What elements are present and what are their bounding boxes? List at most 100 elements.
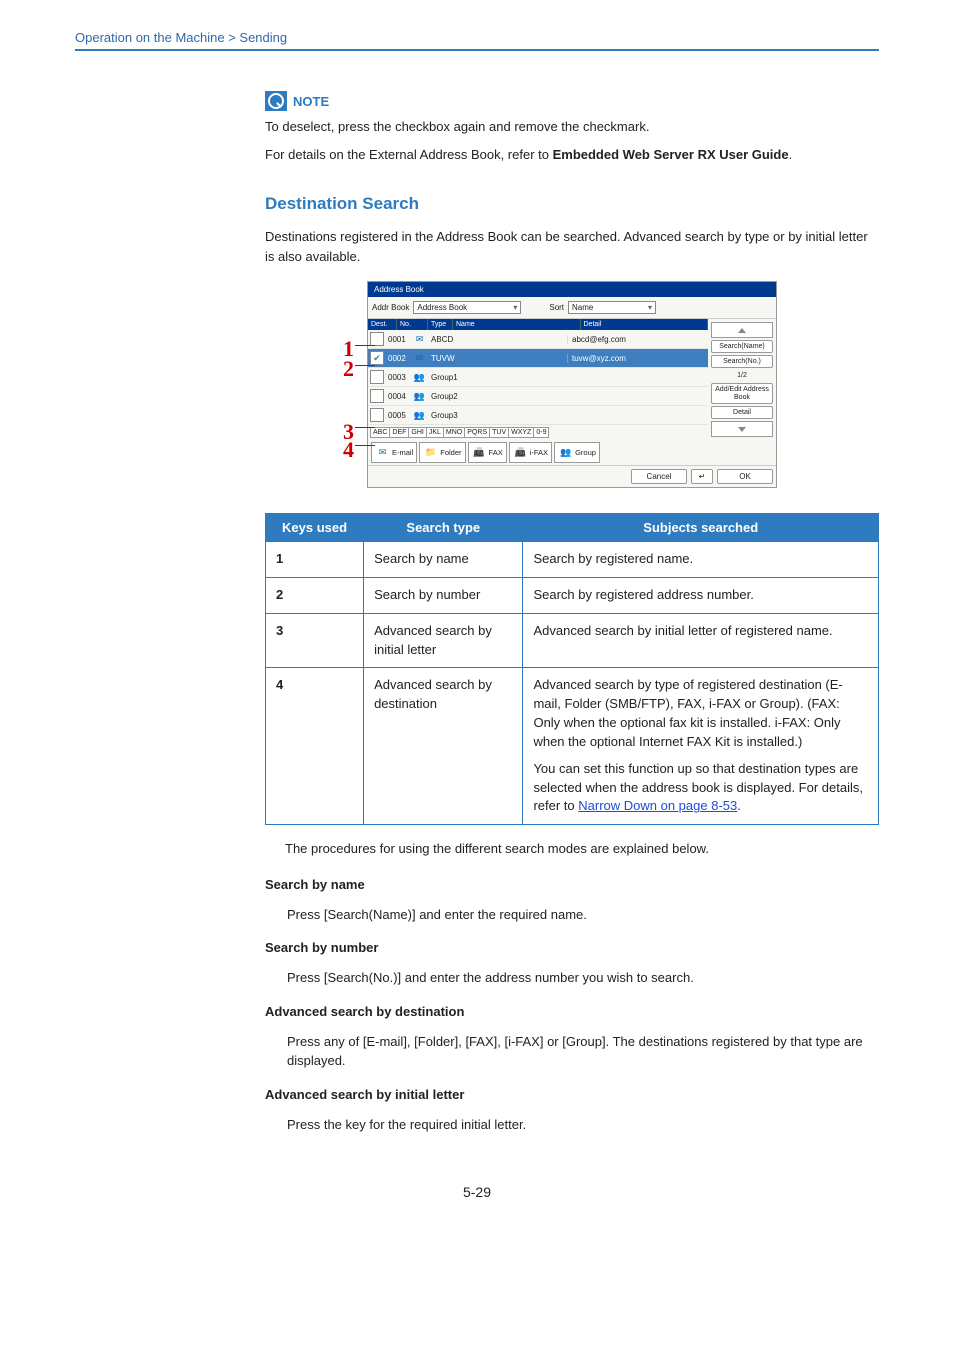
row-checkbox[interactable]: [370, 370, 384, 384]
note-label: NOTE: [293, 94, 329, 109]
letter-key[interactable]: 0-9: [533, 427, 549, 438]
table-row[interactable]: 0003👥Group1: [368, 368, 708, 387]
letter-key[interactable]: DEF: [389, 427, 409, 438]
ssubj-1: Search by registered name.: [523, 542, 879, 578]
row-checkbox[interactable]: [370, 389, 384, 403]
scroll-down[interactable]: [711, 421, 773, 437]
callout-2: 2: [343, 356, 354, 374]
callout-line-2: [355, 365, 375, 366]
table-row: 1 Search by name Search by registered na…: [266, 542, 879, 578]
filter-group-label: Group: [575, 448, 596, 457]
note-line2c: .: [789, 147, 793, 162]
filter-group[interactable]: 👥Group: [554, 442, 600, 463]
folder-icon: 📁: [424, 446, 437, 459]
group-icon: 👥: [559, 446, 572, 459]
key-2: 2: [266, 577, 364, 613]
page-number: 5-29: [75, 1184, 879, 1200]
letter-key[interactable]: PQRS: [464, 427, 490, 438]
s2-body: Press [Search(No.)] and enter the addres…: [287, 968, 879, 988]
scroll-up[interactable]: [711, 322, 773, 338]
callout-line-1: [355, 345, 375, 346]
letter-key[interactable]: ABC: [370, 427, 390, 438]
letter-key[interactable]: WXYZ: [508, 427, 534, 438]
callout-1: 1: [343, 336, 354, 354]
chevron-down-icon: ▾: [648, 303, 652, 312]
key-4: 4: [266, 668, 364, 825]
cancel-button[interactable]: Cancel: [631, 469, 687, 484]
row-checkbox[interactable]: [370, 332, 384, 346]
ssubj-3: Advanced search by initial letter of reg…: [523, 613, 879, 668]
sort-select[interactable]: Name ▾: [568, 301, 656, 314]
addr-book-select[interactable]: Address Book ▾: [413, 301, 521, 314]
table-row[interactable]: 0005👥Group3: [368, 406, 708, 425]
panel-title: Address Book: [368, 282, 776, 297]
col-name: Name: [453, 319, 581, 330]
page-indicator: 1/2: [711, 372, 773, 379]
filter-fax[interactable]: 📠FAX: [468, 442, 507, 463]
filter-ifax[interactable]: 📠i-FAX: [509, 442, 552, 463]
filter-ifax-label: i-FAX: [530, 448, 548, 457]
mail-icon: ✉: [413, 352, 426, 365]
filter-email[interactable]: ✉E-mail: [371, 442, 417, 463]
search-name-button[interactable]: Search(Name): [711, 340, 773, 353]
table-row[interactable]: 0004👥Group2: [368, 387, 708, 406]
col-search-type: Search type: [364, 514, 523, 542]
row-checkbox[interactable]: ✔: [370, 351, 384, 365]
filter-email-label: E-mail: [392, 448, 413, 457]
row-name: Group3: [427, 411, 567, 420]
addr-book-value: Address Book: [417, 303, 467, 312]
s2-title: Search by number: [265, 940, 879, 955]
row-detail: tuvw@xyz.com: [567, 354, 708, 363]
add-edit-button[interactable]: Add/Edit Address Book: [711, 383, 773, 404]
addr-book-label: Addr Book: [372, 303, 409, 312]
table-row: 2 Search by number Search by registered …: [266, 577, 879, 613]
table-header: Dest. No. Type Name Detail: [368, 319, 708, 330]
col-subjects: Subjects searched: [523, 514, 879, 542]
note-line2a: For details on the External Address Book…: [265, 147, 553, 162]
ssubj-2: Search by registered address number.: [523, 577, 879, 613]
stype-4: Advanced search by destination: [364, 668, 523, 825]
col-no: No.: [397, 319, 428, 330]
table-row[interactable]: 0001✉ABCDabcd@efg.com: [368, 330, 708, 349]
row-no: 0001: [386, 335, 412, 344]
table-row[interactable]: ✔0002✉TUVWtuvw@xyz.com: [368, 349, 708, 368]
s4-body: Press the key for the required initial l…: [287, 1115, 879, 1135]
stype-2: Search by number: [364, 577, 523, 613]
row-name: ABCD: [427, 335, 567, 344]
search-no-button[interactable]: Search(No.): [711, 355, 773, 368]
stype-1: Search by name: [364, 542, 523, 578]
group-icon: 👥: [413, 371, 426, 384]
table-row: 3 Advanced search by initial letter Adva…: [266, 613, 879, 668]
row-no: 0005: [386, 411, 412, 420]
filter-folder[interactable]: 📁Folder: [419, 442, 465, 463]
keys-table: Keys used Search type Subjects searched …: [265, 513, 879, 825]
col-type: Type: [428, 319, 453, 330]
letter-key[interactable]: GHI: [408, 427, 426, 438]
group-icon: 👥: [413, 409, 426, 422]
mail-icon: ✉: [376, 446, 389, 459]
address-book-panel: Address Book Addr Book Address Book ▾ So…: [367, 281, 777, 488]
s3-title: Advanced search by destination: [265, 1004, 879, 1019]
row-name: Group1: [427, 373, 567, 382]
letter-key[interactable]: JKL: [426, 427, 444, 438]
ssubj-4b-post: .: [737, 798, 741, 813]
section-title: Destination Search: [265, 194, 879, 214]
row-name: Group2: [427, 392, 567, 401]
row-checkbox[interactable]: [370, 408, 384, 422]
letter-key[interactable]: TUV: [489, 427, 509, 438]
s1-title: Search by name: [265, 877, 879, 892]
fax-icon: 📠: [473, 446, 486, 459]
filter-fax-label: FAX: [489, 448, 503, 457]
detail-button[interactable]: Detail: [711, 406, 773, 419]
procedures-intro: The procedures for using the different s…: [285, 839, 879, 859]
row-no: 0004: [386, 392, 412, 401]
narrow-down-link[interactable]: Narrow Down on page 8-53: [578, 798, 737, 813]
callout-4: 4: [343, 437, 354, 455]
s4-title: Advanced search by initial letter: [265, 1087, 879, 1102]
table-row: 4 Advanced search by destination Advance…: [266, 668, 879, 825]
letter-key[interactable]: MNO: [443, 427, 465, 438]
enter-button[interactable]: ↵: [691, 469, 713, 484]
header-rule: [75, 49, 879, 51]
note-line2-guide: Embedded Web Server RX User Guide: [553, 147, 789, 162]
ok-button[interactable]: OK: [717, 469, 773, 484]
